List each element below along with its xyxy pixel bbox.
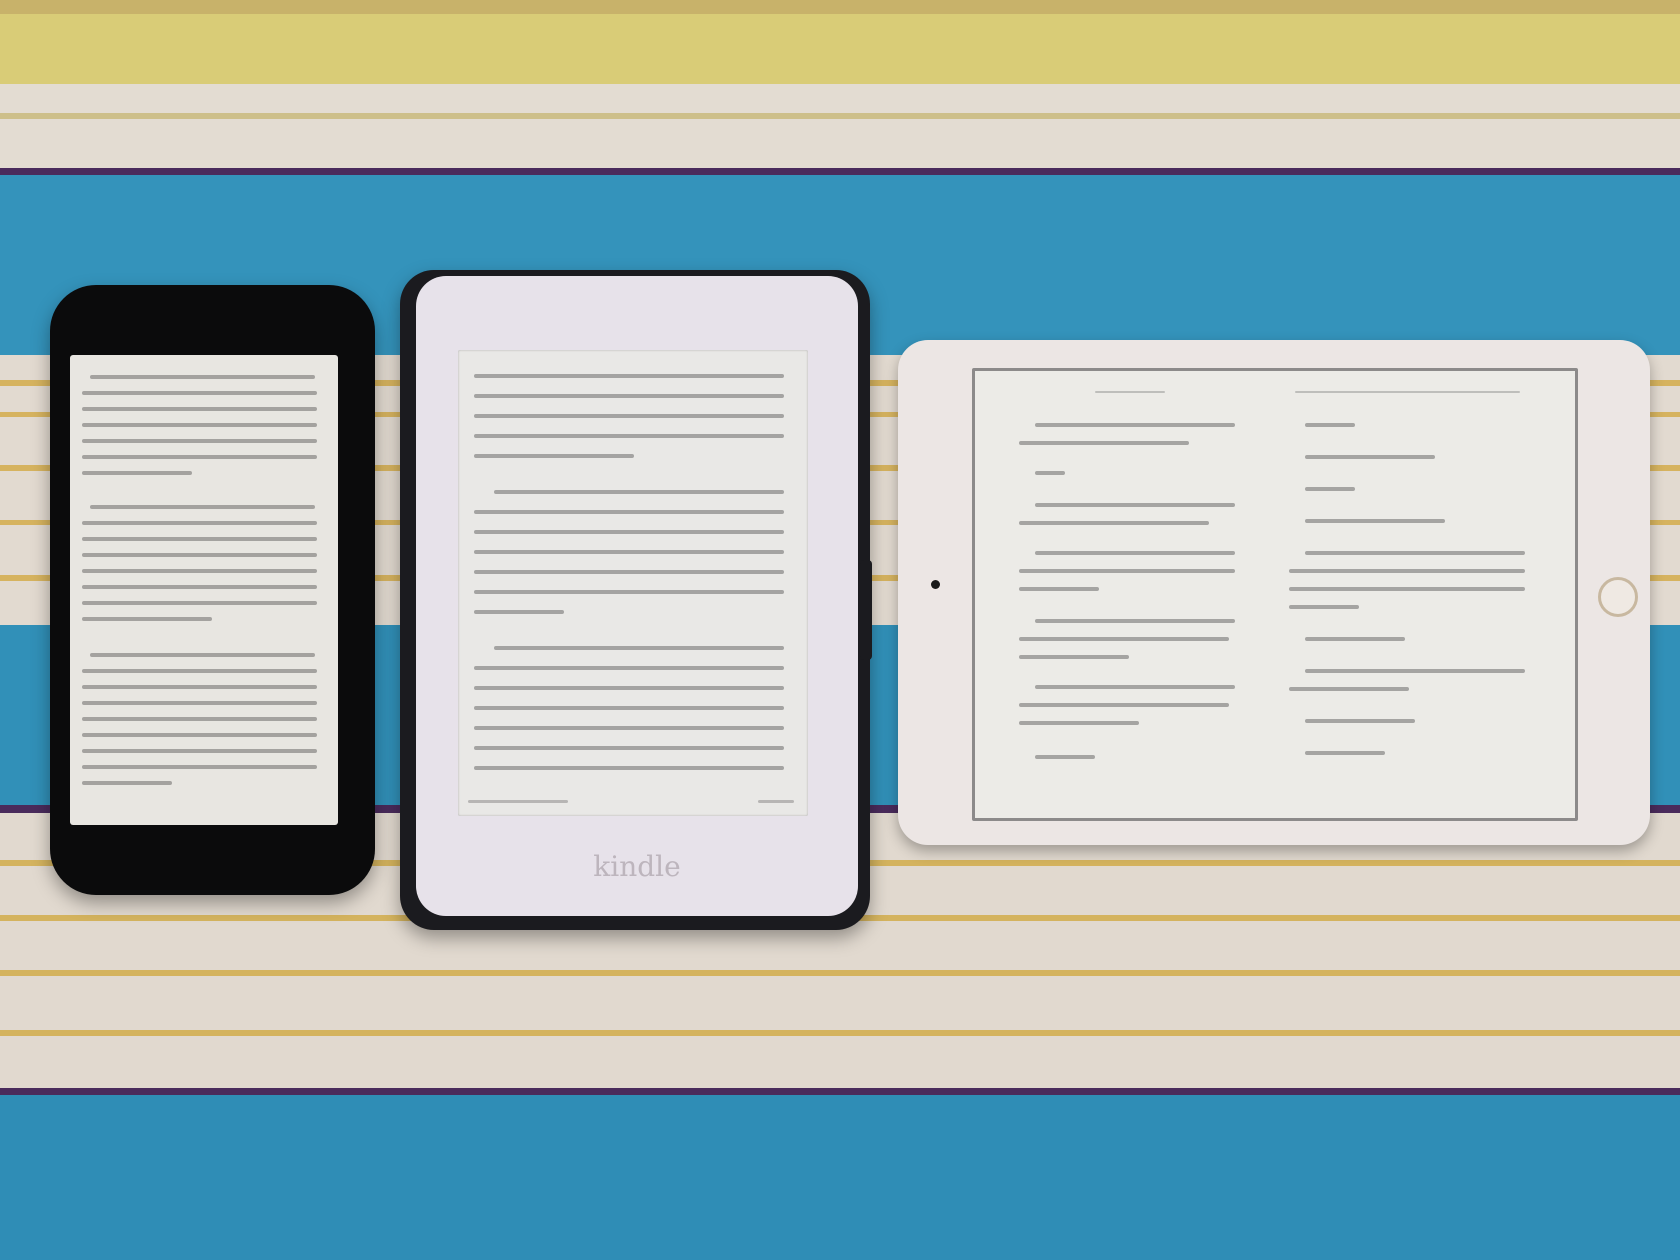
text-line [82,717,317,721]
text-line [474,590,784,594]
text-line [82,553,317,557]
text-line [474,374,784,378]
text-line [1035,685,1235,689]
text-line [82,749,317,753]
text-line [1019,569,1235,573]
photo-scene: kindle [0,0,1680,1260]
text-line [1035,423,1235,427]
blanket-blue-band [0,1095,1680,1260]
text-line [1305,669,1525,673]
text-line [82,701,317,705]
text-line [82,537,317,541]
text-line [1305,751,1385,755]
text-line [1019,587,1099,591]
text-line [474,510,784,514]
page-header-left [1095,391,1165,393]
text-line [82,669,317,673]
text-line [474,746,784,750]
text-line [474,550,784,554]
page-header-right [1295,391,1520,393]
ipad-reading-screen [972,368,1578,821]
text-line [82,685,317,689]
text-line [1019,721,1139,725]
text-line [82,391,317,395]
phone-reading-screen [70,355,338,825]
text-line [1019,441,1189,445]
text-line [1305,719,1415,723]
text-line [82,569,317,573]
text-line [82,601,317,605]
kindle-ereader: kindle [416,276,858,916]
text-line [1305,487,1355,491]
text-line [90,375,315,379]
text-line [474,570,784,574]
text-line [1305,551,1525,555]
text-line [1305,519,1445,523]
text-line [90,505,315,509]
kindle-footer-progress [758,800,794,803]
text-line [474,394,784,398]
kindle-case-latch [860,560,872,660]
text-line [474,706,784,710]
text-line [1035,503,1235,507]
blanket-thin-stripe [0,113,1680,119]
camera-icon [931,580,940,589]
text-line [474,434,784,438]
text-line [1035,755,1095,759]
text-line [1035,471,1065,475]
text-line [1305,423,1355,427]
text-line [474,766,784,770]
blanket-edge-stripe [0,0,1680,14]
text-line [474,530,784,534]
kindle-footer-status [468,800,568,803]
text-line [474,686,784,690]
text-line [1019,637,1229,641]
blanket-cream-band [0,84,1680,169]
text-line [82,765,317,769]
text-line [1289,687,1409,691]
text-line [82,733,317,737]
text-line [82,781,172,785]
home-button [1598,577,1638,617]
blanket-yellow-band [0,14,1680,84]
text-line [1289,569,1525,573]
text-line [90,653,315,657]
text-line [82,423,317,427]
blanket-thin-stripe [0,970,1680,976]
text-line [82,521,317,525]
text-line [474,666,784,670]
text-line [1035,551,1235,555]
text-line [1035,619,1235,623]
text-line [1019,703,1229,707]
kindle-reading-screen [458,350,808,816]
text-line [82,407,317,411]
kindle-case: kindle [400,270,872,930]
text-line [474,610,564,614]
text-line [1289,605,1359,609]
text-line [1019,521,1209,525]
text-line [474,414,784,418]
text-line [1289,587,1525,591]
blanket-purple-stripe [0,168,1680,175]
text-line [82,471,192,475]
smartphone [50,285,375,895]
ipad-mini [898,340,1650,845]
blanket-purple-stripe [0,1088,1680,1095]
text-line [474,454,634,458]
text-line [474,726,784,730]
text-line [82,585,317,589]
text-line [494,490,784,494]
blanket-thin-stripe [0,1030,1680,1036]
text-line [1305,455,1435,459]
text-line [1305,637,1405,641]
text-line [1019,655,1129,659]
kindle-logo: kindle [593,850,681,883]
text-line [82,455,317,459]
text-line [82,439,317,443]
text-line [82,617,212,621]
text-line [494,646,784,650]
